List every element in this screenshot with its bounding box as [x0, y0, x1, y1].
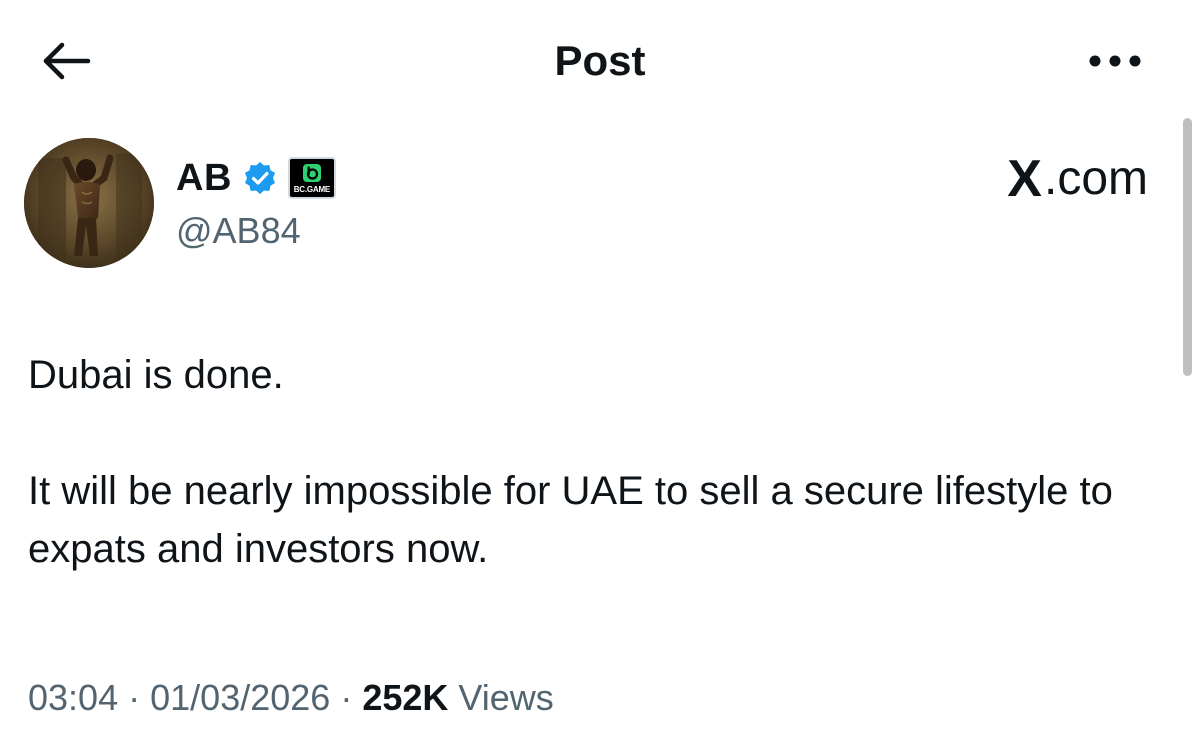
meta-separator: · — [340, 677, 353, 718]
post-time[interactable]: 03:04 — [28, 677, 118, 718]
page-title: Post — [554, 37, 646, 84]
post-date[interactable]: 01/03/2026 — [150, 677, 330, 718]
post-meta: 03:04 · 01/03/2026 · 252K Views — [28, 672, 554, 724]
avatar-image — [24, 138, 154, 268]
affiliate-badge[interactable]: BC.GAME — [287, 157, 336, 199]
x-logo-icon: X — [1007, 150, 1042, 208]
verified-badge-icon[interactable] — [242, 160, 278, 196]
views-count: 252K — [362, 677, 449, 718]
avatar[interactable] — [24, 138, 154, 268]
watermark: X .com — [1007, 150, 1148, 208]
scrollbar[interactable] — [1183, 118, 1192, 376]
post-text-line: Dubai is done. — [28, 353, 284, 397]
views-label: Views — [458, 677, 554, 718]
affiliate-badge-label: BC.GAME — [293, 184, 331, 194]
post-text-line: It will be nearly impossible for UAE to … — [28, 469, 1113, 571]
more-options-button[interactable] — [1080, 36, 1150, 86]
author-name[interactable]: AB — [176, 154, 232, 202]
meta-separator: · — [128, 677, 141, 718]
author-handle[interactable]: @AB84 — [176, 208, 301, 254]
bcgame-logo-icon — [302, 163, 321, 182]
post-text: Dubai is done. It will be nearly impossi… — [28, 346, 1148, 578]
author-row: AB BC.GAME — [176, 150, 336, 206]
top-navigation-bar: Post — [0, 0, 1200, 120]
watermark-domain: .com — [1043, 152, 1148, 205]
more-horizontal-icon — [1089, 55, 1141, 67]
